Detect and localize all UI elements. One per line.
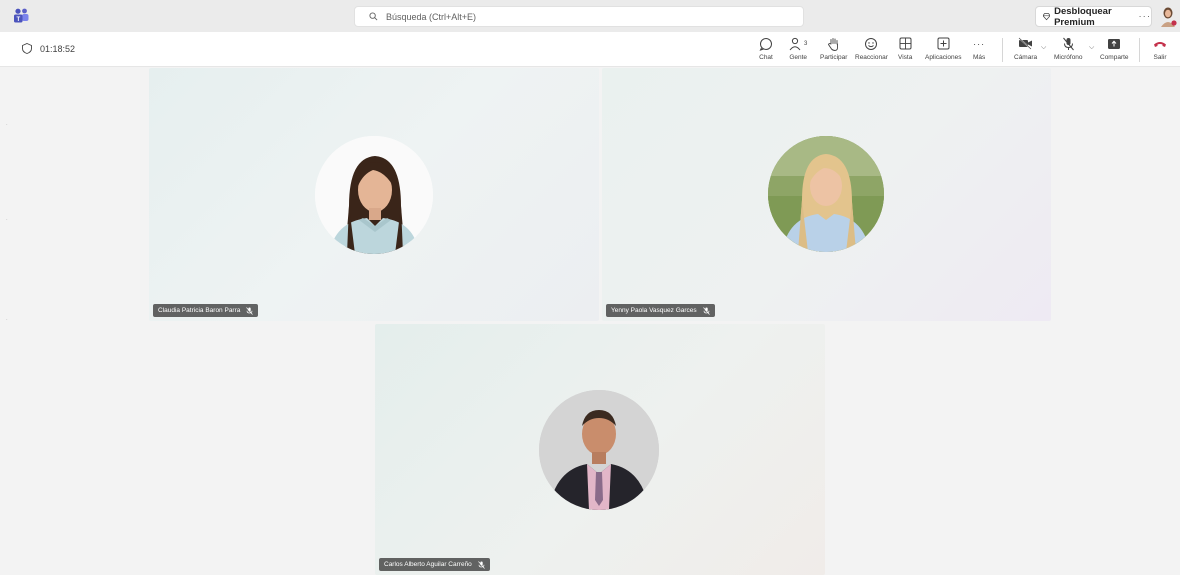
participant-name: Yenny Paola Vasquez Garces [611, 307, 697, 314]
more-dots-icon: ··· [973, 38, 986, 49]
toolbar-divider [1002, 38, 1003, 62]
microphone-label: Micrófono [1054, 54, 1083, 61]
meeting-timer: 01:18:52 [22, 43, 75, 54]
camera-options-chevron-icon[interactable]: ⌵ [1041, 44, 1046, 52]
mic-options-chevron-icon[interactable]: ⌵ [1089, 44, 1094, 52]
participant-avatar [315, 136, 433, 254]
premium-more-icon[interactable]: ··· [1139, 11, 1152, 22]
view-button[interactable]: Vista [898, 36, 912, 61]
share-button[interactable]: Comparte [1100, 36, 1129, 61]
react-label: Reaccionar [855, 54, 888, 61]
people-count: 3 [804, 40, 808, 47]
people-button[interactable]: 3 Gente [789, 36, 807, 61]
toolbar-divider [1139, 38, 1140, 62]
chat-icon [759, 37, 772, 51]
search-input[interactable]: Búsqueda (Ctrl+Alt+E) [354, 6, 804, 27]
participant-tile[interactable]: Claudia Patricia Baron Parra [149, 68, 599, 321]
share-screen-icon [1108, 38, 1121, 49]
mic-off-icon [246, 306, 254, 315]
participant-name: Carlos Alberto Aguilar Carreño [384, 561, 472, 568]
participant-avatar [768, 136, 884, 252]
meeting-toolbar: 01:18:52 Chat 3 Gente Participar Reaccio… [0, 32, 1180, 67]
participant-tile[interactable]: Yenny Paola Vasquez Garces [602, 68, 1051, 321]
participant-tile[interactable]: Carlos Alberto Aguilar Carreño [375, 324, 825, 575]
chat-label: Chat [759, 54, 773, 61]
raise-hand-label: Participar [820, 54, 848, 61]
chat-button[interactable]: Chat [759, 36, 773, 61]
participant-name-tag: Carlos Alberto Aguilar Carreño [379, 558, 490, 571]
apps-button[interactable]: Aplicaciones [925, 36, 962, 61]
diamond-icon [1043, 13, 1051, 21]
microphone-button[interactable]: Micrófono [1054, 36, 1083, 61]
video-stage: · · · Claudia Patricia Baron Parra Yenny… [0, 67, 1180, 575]
camera-button[interactable]: Cámara [1014, 36, 1037, 61]
shield-icon [22, 43, 32, 54]
raise-hand-button[interactable]: Participar [820, 36, 847, 61]
camera-label: Cámara [1014, 54, 1038, 61]
timer-text: 01:18:52 [40, 43, 76, 54]
mic-off-icon [478, 560, 485, 569]
camera-off-icon [1018, 37, 1033, 50]
mic-off-icon [702, 306, 710, 315]
edge-marker: · [6, 317, 8, 323]
unlock-premium-button[interactable]: Desbloquear Premium ··· [1035, 5, 1152, 28]
participant-name-tag: Yenny Paola Vasquez Garces [606, 304, 715, 317]
edge-marker: · [6, 217, 8, 223]
user-avatar[interactable] [1159, 5, 1177, 27]
svg-text:T: T [16, 17, 20, 23]
participant-name-tag: Claudia Patricia Baron Parra [153, 304, 259, 317]
mic-off-icon [1062, 37, 1074, 50]
more-button[interactable]: ··· Más [973, 36, 986, 62]
grid-icon [899, 37, 912, 50]
hand-icon [828, 37, 839, 51]
people-label: Gente [789, 54, 808, 61]
title-bar: T Búsqueda (Ctrl+Alt+E) Desbloquear Prem… [0, 0, 1180, 32]
participant-name: Claudia Patricia Baron Parra [158, 307, 241, 314]
leave-button[interactable]: Salir [1153, 36, 1167, 61]
hang-up-icon [1154, 41, 1166, 47]
teams-logo-icon[interactable]: T [12, 7, 30, 25]
react-button[interactable]: Reaccionar [855, 36, 888, 61]
premium-label: Desbloquear Premium [1054, 5, 1112, 28]
add-app-icon [937, 37, 950, 50]
view-label: Vista [898, 54, 913, 61]
search-placeholder: Búsqueda (Ctrl+Alt+E) [386, 11, 477, 22]
edge-marker: · [6, 122, 8, 128]
more-label: Más [973, 54, 986, 61]
apps-label: Aplicaciones [925, 54, 962, 61]
participant-avatar [539, 390, 659, 510]
emoji-icon [865, 37, 878, 50]
search-icon [369, 12, 378, 21]
leave-label: Salir [1153, 54, 1167, 61]
share-label: Comparte [1100, 54, 1129, 61]
people-icon [789, 37, 801, 50]
